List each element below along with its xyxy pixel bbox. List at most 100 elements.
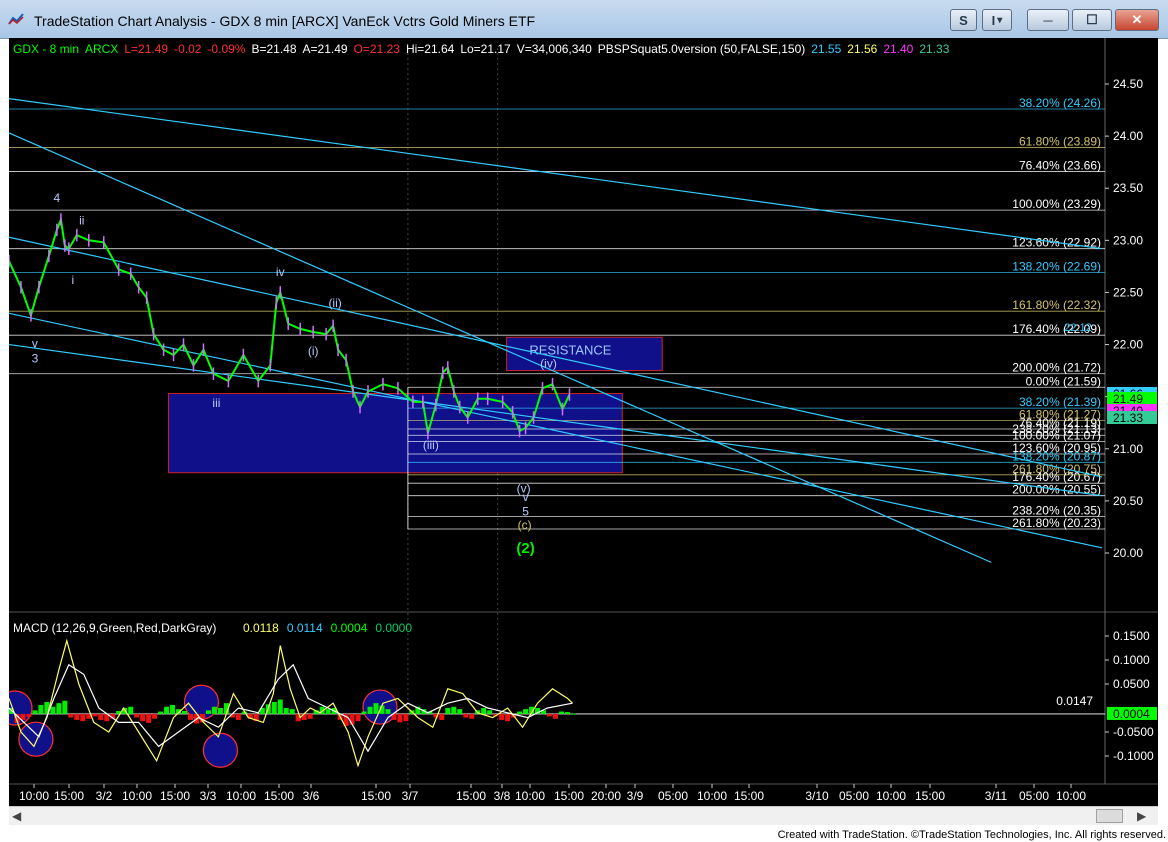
time-axis-tick-label: 3/2: [96, 789, 113, 803]
macd-axis-tick-label: -0.0500: [1113, 725, 1154, 739]
signal-line: [9, 663, 573, 753]
wave-label: i: [71, 273, 74, 287]
macd-histogram-bar: [283, 707, 289, 714]
time-axis-tick-label: 10:00: [19, 789, 49, 803]
floating-price-label: 22.12: [1064, 322, 1092, 334]
minimize-button[interactable]: ─: [1027, 9, 1069, 31]
macd-histogram-bar: [451, 706, 457, 714]
macd-histogram-bar: [439, 713, 445, 720]
s-menu-button[interactable]: S: [950, 9, 977, 31]
macd-value-label: 0.0118: [243, 621, 279, 635]
time-axis-tick-label: 15:00: [264, 789, 294, 803]
close-icon: ✕: [1131, 12, 1143, 27]
macd-histogram-bar: [158, 711, 164, 714]
price-axis-tick-label: 22.00: [1113, 338, 1143, 352]
wave-label: (iii): [423, 438, 439, 452]
macd-histogram-bar: [62, 700, 68, 714]
macd-histogram-bar: [307, 713, 313, 719]
time-axis-tick-label: 20:00: [591, 789, 621, 803]
time-axis-tick-label: 05:00: [839, 789, 869, 803]
macd-histogram-bar: [140, 713, 146, 722]
chart-header-item: PBSPSquat5.0version (50,FALSE,150): [598, 42, 805, 56]
time-axis-tick-label: 3/11: [985, 789, 1008, 803]
macd-histogram-bar: [146, 713, 152, 723]
fib-level-label: 100.00% (23.29): [1012, 197, 1101, 211]
macd-histogram-bar: [469, 713, 475, 719]
macd-histogram-bar: [373, 703, 379, 714]
wave-label: iii: [212, 396, 220, 410]
wave-label: (ii): [328, 296, 341, 310]
macd-histogram-bar: [128, 706, 134, 714]
window-titlebar: TradeStation Chart Analysis - GDX 8 min …: [0, 0, 1168, 39]
macd-histogram-bar: [289, 709, 295, 714]
time-axis-tick-label: 10:00: [226, 789, 256, 803]
macd-histogram-bar: [211, 706, 217, 714]
macd-histogram-bar: [355, 713, 361, 722]
close-button[interactable]: ✕: [1115, 9, 1159, 31]
chart-header-item: L=21.49: [124, 42, 168, 56]
macd-histogram-bar: [80, 713, 86, 722]
time-axis-tick-label: 3/10: [805, 789, 829, 803]
macd-histogram-bar: [277, 699, 283, 714]
macd-histogram-bar: [68, 713, 74, 718]
macd-histogram-bar: [32, 710, 38, 714]
price-and-macd-chart[interactable]: 24.5024.0023.5023.0022.5022.0021.5021.00…: [9, 38, 1158, 806]
macd-histogram-bar: [26, 713, 32, 717]
price-tag-label: 21.33: [1113, 411, 1143, 425]
maximize-button[interactable]: ☐: [1072, 9, 1112, 31]
macd-histogram-bar: [523, 709, 529, 714]
macd-histogram-bar: [361, 711, 367, 714]
macd-histogram-bar: [385, 709, 391, 714]
macd-histogram-bar: [481, 707, 487, 714]
i-menu-button[interactable]: I ▾: [982, 9, 1012, 31]
wave-label: v: [523, 490, 529, 504]
macd-histogram-bar: [50, 706, 56, 714]
macd-histogram-bar: [570, 713, 576, 715]
horizontal-scrollbar[interactable]: ◀ ▶: [9, 806, 1158, 825]
chart-area[interactable]: 24.5024.0023.5023.0022.5022.0021.5021.00…: [9, 38, 1158, 806]
macd-histogram-bar: [367, 706, 373, 714]
time-axis-tick-label: 3/9: [627, 789, 644, 803]
chart-header-item: 21.33: [919, 42, 949, 56]
macd-axis-tick-label: 0.0500: [1113, 677, 1150, 691]
chart-header-item: O=21.23: [354, 42, 401, 56]
macd-title: MACD (12,26,9,Green,Red,DarkGray): [13, 621, 216, 635]
chart-header-item: 21.55: [811, 42, 841, 56]
price-axis-tick-label: 24.00: [1113, 129, 1143, 143]
time-axis-tick-label: 10:00: [697, 789, 727, 803]
macd-histogram-bar: [517, 711, 523, 714]
time-axis-tick-label: 3/7: [402, 789, 419, 803]
wave-label: (i): [308, 344, 319, 358]
macd-histogram-bar: [205, 710, 211, 714]
macd-histogram-bar: [134, 713, 140, 718]
tradestation-app-icon: [8, 13, 24, 25]
macd-line: [9, 638, 573, 768]
macd-reference-label: 0.0147: [1056, 694, 1093, 708]
wave-label: 3: [32, 351, 39, 365]
window-title: TradeStation Chart Analysis - GDX 8 min …: [34, 13, 536, 29]
macd-histogram-bar: [152, 713, 158, 719]
wave-label: iv: [276, 265, 285, 279]
chart-header-item: 21.40: [883, 42, 913, 56]
fib-level-label: 38.20% (24.26): [1019, 96, 1101, 110]
trendline: [9, 97, 1103, 250]
macd-histogram-bar: [505, 713, 511, 722]
macd-histogram-bar: [217, 707, 223, 714]
scroll-left-arrow-icon[interactable]: ◀: [12, 809, 21, 823]
scroll-right-arrow-icon[interactable]: ▶: [1137, 809, 1146, 823]
s-button-label: S: [959, 12, 968, 28]
macd-histogram-bar: [92, 713, 98, 717]
price-axis-tick-label: 21.00: [1113, 442, 1143, 456]
wave-label: v: [32, 337, 38, 351]
time-axis-tick-label: 05:00: [1019, 789, 1049, 803]
chart-header-item: B=21.48: [251, 42, 296, 56]
scrollbar-thumb[interactable]: [1096, 809, 1123, 823]
macd-current-tag-label: 0.0004: [1113, 707, 1150, 721]
macd-value-label: 0.0114: [287, 621, 323, 635]
macd-histogram-bar: [38, 704, 44, 714]
macd-histogram-bar: [164, 706, 170, 714]
time-axis-tick-label: 15:00: [456, 789, 486, 803]
macd-histogram-bar: [188, 713, 194, 720]
chart-header-item: Hi=21.64: [406, 42, 455, 56]
time-axis-tick-label: 3/3: [200, 789, 217, 803]
